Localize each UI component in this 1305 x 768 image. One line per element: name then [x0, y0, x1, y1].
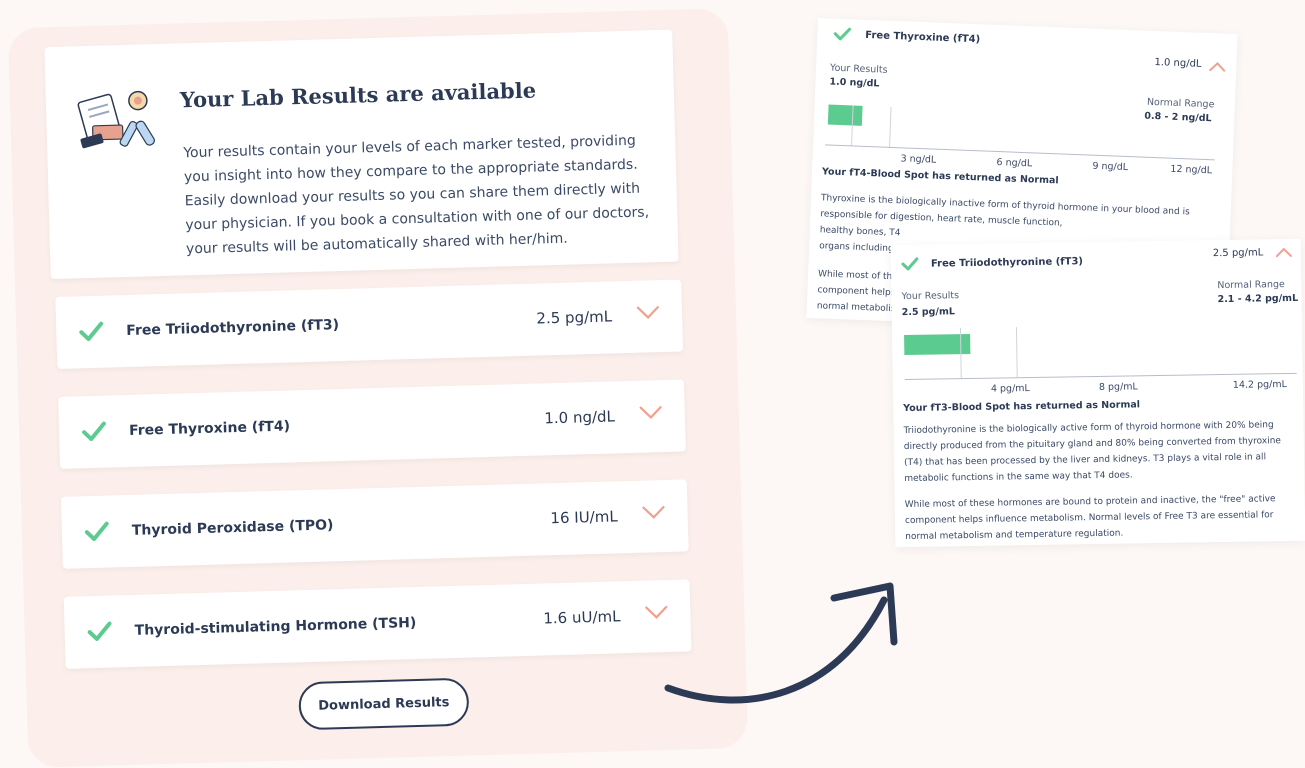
- axis-tick: 9 ng/dL: [1092, 160, 1129, 174]
- your-results-label: Your Results: [829, 62, 888, 76]
- range-marker: [1015, 327, 1018, 378]
- result-row-ft4[interactable]: Free Thyroxine (fT4) 1.0 ng/dL: [58, 379, 686, 469]
- axis-tick: 6 ng/dL: [996, 157, 1033, 170]
- result-row-ft3[interactable]: Free Triiodothyronine (fT3) 2.5 pg/mL: [55, 279, 684, 369]
- chevron-down-icon[interactable]: [636, 304, 660, 321]
- intro-title: Your Lab Results are available: [179, 77, 537, 113]
- status-text: Your fT4-Blood Spot has returned as Norm…: [821, 166, 1059, 187]
- description-p2: While most of these hormones are bound t…: [904, 494, 1276, 543]
- check-icon: [87, 621, 112, 641]
- result-row-tsh[interactable]: Thyroid-stimulating Hormone (TSH) 1.6 uU…: [63, 579, 692, 669]
- axis-tick: 12 ng/dL: [1170, 163, 1213, 177]
- range-marker: [889, 106, 892, 147]
- detail-value: 1.0 ng/dL: [1154, 57, 1202, 70]
- result-name: Thyroid-stimulating Hormone (TSH): [134, 615, 417, 639]
- check-icon: [79, 321, 104, 342]
- detail-name: Free Thyroxine (fT4): [865, 29, 981, 46]
- detail-value: 2.5 pg/mL: [1212, 247, 1264, 260]
- description-p1: Triiodothyronine is the biologically act…: [903, 420, 1282, 485]
- status-text: Your fT3-Blood Spot has returned as Norm…: [903, 399, 1141, 415]
- lab-supplies-illustration: [77, 90, 155, 149]
- detail-name: Free Triiodothyronine (fT3): [930, 256, 1084, 270]
- result-value: 1.0 ng/dL: [544, 407, 616, 428]
- chevron-down-icon[interactable]: [639, 404, 663, 421]
- intro-body: Your results contain your levels of each…: [183, 132, 650, 258]
- normal-range-label: Normal Range: [1146, 96, 1215, 111]
- check-icon: [833, 27, 852, 41]
- normal-range-value: 0.8 - 2 ng/dL: [1144, 110, 1212, 125]
- result-value: 16 IU/mL: [550, 507, 618, 528]
- axis-tick: 8 pg/mL: [1098, 381, 1138, 393]
- result-bar: [827, 104, 863, 126]
- chevron-up-icon[interactable]: [1208, 61, 1226, 73]
- download-results-button[interactable]: Download Results: [298, 677, 470, 731]
- normal-range-value: 2.1 - 4.2 pg/mL: [1217, 292, 1299, 306]
- result-row-tpo[interactable]: Thyroid Peroxidase (TPO) 16 IU/mL: [60, 479, 689, 569]
- detail-card-ft3: Free Triiodothyronine (fT3) 2.5 pg/mL Yo…: [890, 238, 1305, 548]
- result-name: Free Triiodothyronine (fT3): [126, 317, 340, 340]
- chevron-up-icon[interactable]: [1275, 247, 1293, 258]
- normal-range-label: Normal Range: [1217, 279, 1285, 292]
- lab-results-panel: Your Lab Results are available Your resu…: [7, 8, 749, 768]
- check-icon: [84, 521, 109, 541]
- intro-card: Your Lab Results are available Your resu…: [44, 29, 679, 280]
- result-name: Thyroid Peroxidase (TPO): [131, 517, 334, 539]
- axis-tick: 4 pg/mL: [990, 383, 1030, 395]
- axis-tick: 3 ng/dL: [900, 153, 937, 166]
- check-icon: [901, 257, 919, 271]
- your-results-value: 1.0 ng/dL: [829, 76, 880, 90]
- result-value: 2.5 pg/mL: [536, 307, 613, 328]
- your-results-label: Your Results: [901, 290, 960, 303]
- axis-tick: 14.2 pg/mL: [1232, 379, 1287, 391]
- chevron-down-icon[interactable]: [641, 504, 665, 521]
- your-results-value: 2.5 pg/mL: [901, 306, 955, 319]
- result-name: Free Thyroxine (fT4): [128, 418, 291, 439]
- check-icon: [82, 421, 106, 442]
- result-value: 1.6 uU/mL: [543, 607, 621, 628]
- curved-arrow-icon: [664, 582, 898, 704]
